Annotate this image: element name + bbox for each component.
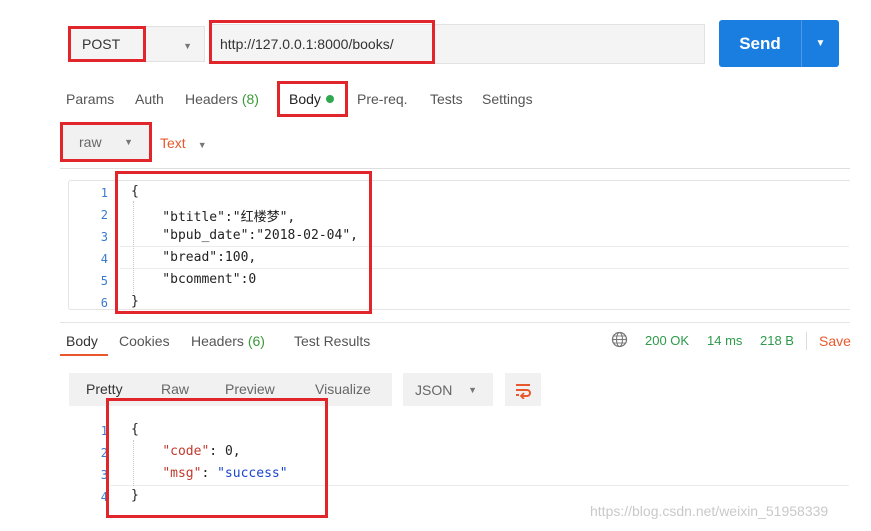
response-divider <box>60 322 850 323</box>
line-number: 2 <box>100 446 108 460</box>
code-line: "bpub_date":"2018-02-04", <box>131 228 358 243</box>
line-number: 1 <box>100 424 108 438</box>
send-label: Send <box>739 33 781 53</box>
tab-pre-request-label: Pre-req. <box>357 91 408 107</box>
json-key-msg: "msg" <box>162 466 202 481</box>
tab-auth-label: Auth <box>135 91 164 107</box>
tab-tests-label: Tests <box>430 91 463 107</box>
json-value-msg: "success" <box>217 466 288 481</box>
status-code: 200 OK <box>645 333 690 348</box>
line-number: 3 <box>100 468 108 482</box>
globe-icon[interactable] <box>611 331 628 348</box>
method-select[interactable]: POST ▼ <box>69 26 205 62</box>
tab-pre-request[interactable]: Pre-req. <box>357 91 408 107</box>
send-button[interactable]: Send ▼ <box>719 20 839 67</box>
tab-auth[interactable]: Auth <box>135 91 164 107</box>
active-tab-underline <box>60 354 108 356</box>
chevron-down-icon: ▼ <box>197 140 207 150</box>
chevron-down-icon: ▼ <box>124 137 133 147</box>
code-line: } <box>131 488 139 503</box>
response-tab-headers[interactable]: Headers (6) <box>191 333 265 349</box>
view-preview-button[interactable]: Preview <box>225 381 275 397</box>
line-number: 6 <box>100 296 108 310</box>
tab-body[interactable]: Body <box>289 91 334 107</box>
response-tab-test-results[interactable]: Test Results <box>294 333 370 349</box>
response-tab-headers-count: (6) <box>247 333 265 349</box>
save-response-button[interactable]: Save <box>819 333 851 349</box>
response-tab-body[interactable]: Body <box>66 333 98 349</box>
tab-settings[interactable]: Settings <box>482 91 533 107</box>
wrap-lines-icon <box>516 383 531 399</box>
wrap-lines-button[interactable] <box>505 373 541 406</box>
json-value-code: 0 <box>224 444 233 459</box>
code-line: "btitle":"红楼梦", <box>131 210 296 225</box>
tab-tests[interactable]: Tests <box>430 91 463 107</box>
code-line: } <box>131 294 139 309</box>
method-label: POST <box>82 36 121 52</box>
view-visualize-button[interactable]: Visualize <box>315 381 371 397</box>
editor-row-line <box>120 246 849 247</box>
code-line: { <box>131 422 139 437</box>
response-size: 218 B <box>760 333 794 348</box>
format-label: Text <box>160 135 186 151</box>
request-body-editor[interactable] <box>68 180 850 310</box>
tab-settings-label: Settings <box>482 91 533 107</box>
editor-row-line <box>110 485 849 486</box>
body-active-dot-icon <box>325 95 334 103</box>
line-number: 5 <box>100 274 108 288</box>
response-tab-headers-label: Headers <box>191 333 244 349</box>
response-tab-body-label: Body <box>66 333 98 349</box>
format-select[interactable]: Text ▼ <box>160 135 207 151</box>
tab-headers-label: Headers <box>185 91 238 107</box>
response-time: 14 ms <box>707 333 743 348</box>
tab-headers-count: (8) <box>241 91 259 107</box>
tab-params-label: Params <box>66 91 115 107</box>
response-format-label: JSON <box>415 381 453 398</box>
url-text: http://127.0.0.1:8000/books/ <box>220 36 394 52</box>
code-line: "code": 0, <box>162 444 241 459</box>
view-pretty-button[interactable]: Pretty <box>86 381 123 397</box>
tab-body-label: Body <box>289 91 321 107</box>
line-number: 2 <box>100 208 108 222</box>
body-type-select[interactable]: raw ▼ <box>62 124 150 160</box>
line-number: 1 <box>100 186 108 200</box>
line-number: 4 <box>100 252 108 266</box>
line-number: 4 <box>100 490 108 504</box>
code-line: "bcomment":0 <box>131 272 257 287</box>
response-tab-cookies[interactable]: Cookies <box>119 333 170 349</box>
code-line: { <box>131 184 139 199</box>
tab-params[interactable]: Params <box>66 91 114 107</box>
body-type-label: raw <box>79 134 102 150</box>
json-key-code: "code" <box>162 444 210 459</box>
chevron-down-icon: ▼ <box>183 41 192 51</box>
line-number: 3 <box>100 230 108 244</box>
open-brace: { <box>131 422 139 437</box>
url-input[interactable]: http://127.0.0.1:8000/books/ <box>209 24 705 64</box>
code-line: "msg": "success" <box>162 466 288 481</box>
status-divider <box>806 332 807 350</box>
code-line: "bread":100, <box>131 250 257 265</box>
view-raw-button[interactable]: Raw <box>161 381 189 397</box>
response-format-select[interactable]: JSON ▼ <box>403 373 493 406</box>
editor-row-line <box>120 268 849 269</box>
chevron-down-icon: ▼ <box>468 385 477 395</box>
close-brace: } <box>131 488 139 503</box>
response-tab-test-results-label: Test Results <box>294 333 371 349</box>
response-tab-cookies-label: Cookies <box>119 333 170 349</box>
send-options-chevron-icon[interactable]: ▼ <box>802 38 839 49</box>
watermark-text: https://blog.csdn.net/weixin_51958339 <box>590 503 829 519</box>
tab-headers[interactable]: Headers (8) <box>185 91 259 107</box>
editor-top-border <box>60 168 850 169</box>
